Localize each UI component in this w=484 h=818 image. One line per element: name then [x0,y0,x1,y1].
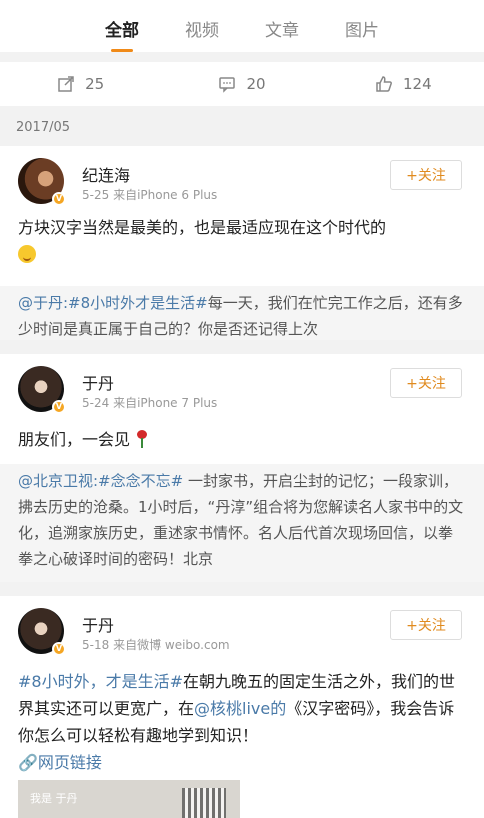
post-text: 朋友们，一会见 [18,426,466,453]
post-meta: 5-25 来自iPhone 6 Plus [82,186,217,203]
post-date: 5-24 [82,396,110,410]
smile-emoji-icon [18,245,36,263]
card-caption: 我是 于丹 [30,792,78,805]
repost-count: 25 [85,75,105,93]
verified-badge-icon: V [52,400,66,414]
tab-all[interactable]: 全部 [105,16,139,44]
user-name[interactable]: 纪连海 [82,162,130,186]
post-date: 5-18 [82,638,110,652]
rose-emoji-icon [135,430,149,448]
repost-mention-link[interactable]: @于丹:#8小时外才是生活# [18,294,208,312]
like-button[interactable]: 124 [323,62,484,106]
month-label: 2017/05 [16,119,71,135]
comment-count: 20 [246,75,266,93]
follow-button[interactable]: +关注 [390,160,462,190]
repost-icon [58,76,74,92]
post-text: #8小时外，才是生活#在朝九晚五的固定生活之外，我们的世界其实还可以更宽广，在@… [18,668,466,776]
repost-block[interactable]: @于丹:#8小时外才是生活#每一天，我们在忙完工作之后，还有多少时间是真正属于自… [0,286,484,340]
thumbs-up-icon [376,76,392,92]
post-text-body: 方块汉字当然是最美的，也是最适应现在这个时代的 [18,218,387,237]
tab-bar: 全部 视频 文章 图片 [0,0,484,52]
user-name[interactable]: 于丹 [82,612,114,636]
follow-button[interactable]: +关注 [390,610,462,640]
qr-code-image [182,788,226,818]
post-text: 方块汉字当然是最美的，也是最适应现在这个时代的 [18,214,466,268]
tab-article[interactable]: 文章 [265,16,299,44]
post-action-bar: 25 20 124 [0,62,484,106]
repost-mention-link[interactable]: @北京卫视:#念念不忘# [18,472,183,490]
post-source: 来自微博 weibo.com [113,638,230,652]
verified-badge-icon: V [52,642,66,656]
comment-button[interactable]: 20 [161,62,322,106]
post-source: 来自iPhone 7 Plus [113,396,218,410]
tab-video[interactable]: 视频 [185,16,219,44]
comment-icon [219,77,236,93]
image-card[interactable]: 我是 于丹 [18,780,240,818]
repost-button[interactable]: 25 [0,62,161,106]
post-date: 5-25 [82,188,110,202]
tab-image[interactable]: 图片 [345,16,379,44]
post-card: V 于丹 5-24 来自iPhone 7 Plus +关注 朋友们，一会见 @北… [0,354,484,582]
follow-button[interactable]: +关注 [390,368,462,398]
post-meta: 5-24 来自iPhone 7 Plus [82,394,217,411]
post-source: 来自iPhone 6 Plus [113,188,218,202]
mention-link[interactable]: @核桃live的 [194,699,286,718]
web-link-label: 网页链接 [37,753,102,772]
post-meta: 5-18 来自微博 weibo.com [82,636,230,653]
verified-badge-icon: V [52,192,66,206]
repost-block[interactable]: @北京卫视:#念念不忘# 一封家书，开启尘封的记忆；一段家训，拂去历史的沧桑。1… [0,464,484,582]
web-link[interactable]: 🔗网页链接 [18,753,102,772]
link-icon: 🔗 [18,753,38,772]
user-name[interactable]: 于丹 [82,370,114,394]
post-card: V 纪连海 5-25 来自iPhone 6 Plus +关注 方块汉字当然是最美… [0,146,484,340]
post-text-body: 朋友们，一会见 [18,430,131,449]
like-count: 124 [403,75,432,93]
post-card: V 于丹 5-18 来自微博 weibo.com +关注 #8小时外，才是生活#… [0,596,484,818]
hashtag-link[interactable]: #8小时外，才是生活# [18,672,183,691]
